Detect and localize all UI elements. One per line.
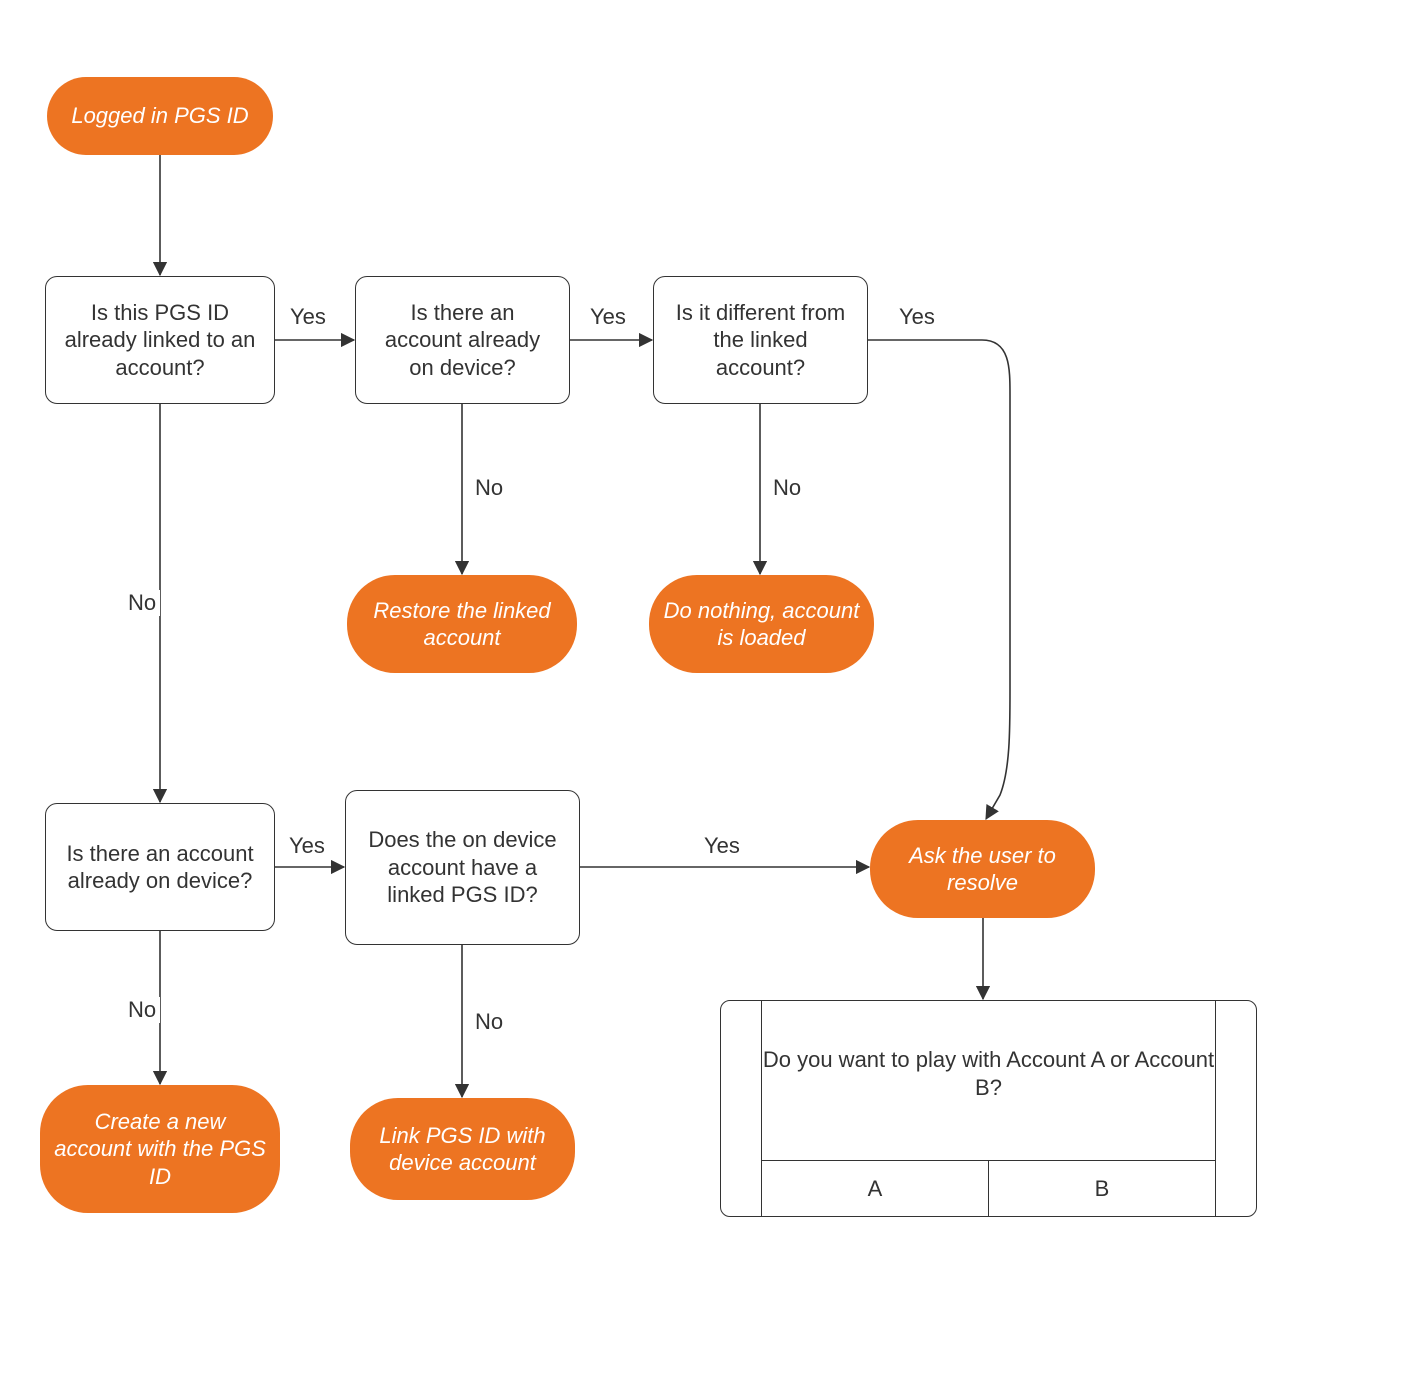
dialog-button-a[interactable]: A [762, 1161, 988, 1216]
decision-device-has-pgs: Does the on device account have a linked… [345, 790, 580, 945]
decision-account-on-device-1-label: Is there an account already on device? [370, 299, 555, 382]
start-node: Logged in PGS ID [47, 77, 273, 155]
edge-d1-yes: Yes [286, 304, 330, 330]
decision-different-linked-label: Is it different from the linked account? [668, 299, 853, 382]
edge-d2-yes: Yes [586, 304, 630, 330]
edge-d4-no: No [124, 997, 160, 1023]
decision-pgs-linked-label: Is this PGS ID already linked to an acco… [60, 299, 260, 382]
dialog-button-a-label: A [868, 1176, 883, 1202]
action-do-nothing-label: Do nothing, account is loaded [663, 597, 860, 652]
action-restore-label: Restore the linked account [361, 597, 563, 652]
dialog-buttons: A B [762, 1160, 1215, 1216]
dialog-inner-border: Do you want to play with Account A or Ac… [761, 1001, 1216, 1216]
decision-different-linked: Is it different from the linked account? [653, 276, 868, 404]
action-link-pgs-label: Link PGS ID with device account [364, 1122, 561, 1177]
action-restore: Restore the linked account [347, 575, 577, 673]
decision-account-on-device-2-label: Is there an account already on device? [60, 840, 260, 895]
dialog-button-b[interactable]: B [988, 1161, 1215, 1216]
edge-d5-yes: Yes [700, 833, 744, 859]
flowchart-canvas: Logged in PGS ID Is this PGS ID already … [0, 0, 1408, 1377]
start-label: Logged in PGS ID [71, 102, 248, 130]
decision-device-has-pgs-label: Does the on device account have a linked… [360, 826, 565, 909]
action-do-nothing: Do nothing, account is loaded [649, 575, 874, 673]
decision-pgs-linked: Is this PGS ID already linked to an acco… [45, 276, 275, 404]
action-create-account: Create a new account with the PGS ID [40, 1085, 280, 1213]
edge-d4-yes: Yes [285, 833, 329, 859]
dialog-resolve: Do you want to play with Account A or Ac… [720, 1000, 1257, 1217]
decision-account-on-device-2: Is there an account already on device? [45, 803, 275, 931]
edge-d3-no: No [769, 475, 805, 501]
edge-d1-no: No [124, 590, 160, 616]
edge-d5-no: No [471, 1009, 507, 1035]
dialog-button-b-label: B [1095, 1176, 1110, 1202]
action-ask-user-label: Ask the user to resolve [884, 842, 1081, 897]
decision-account-on-device-1: Is there an account already on device? [355, 276, 570, 404]
action-create-account-label: Create a new account with the PGS ID [54, 1108, 266, 1191]
action-link-pgs: Link PGS ID with device account [350, 1098, 575, 1200]
action-ask-user: Ask the user to resolve [870, 820, 1095, 918]
dialog-question: Do you want to play with Account A or Ac… [762, 1046, 1215, 1101]
edge-d2-no: No [471, 475, 507, 501]
edge-d3-yes: Yes [895, 304, 939, 330]
